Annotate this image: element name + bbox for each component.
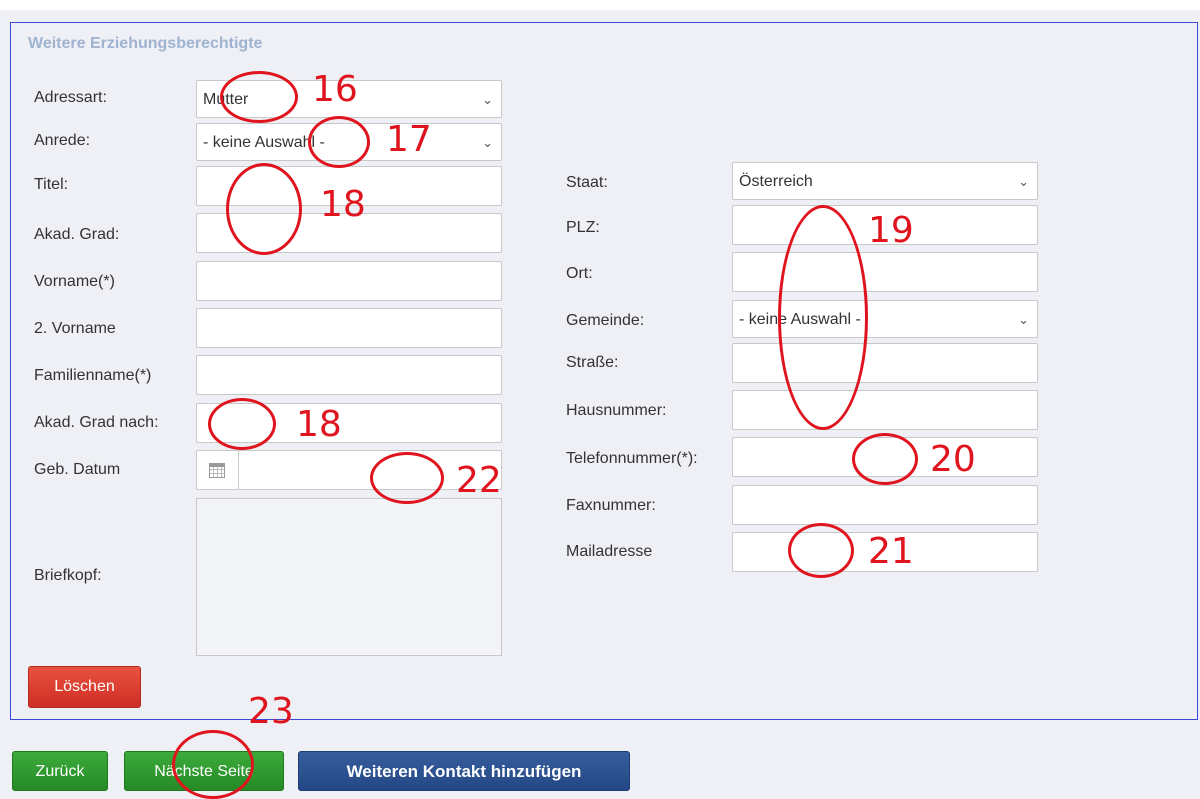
annotation-number-23: 23 [248, 691, 294, 732]
annotation-circle-20 [852, 433, 918, 485]
chevron-down-icon: ⌄ [482, 92, 493, 107]
fax-input[interactable] [732, 485, 1038, 525]
hausnummer-input[interactable] [732, 390, 1038, 430]
fax-label: Faxnummer: [566, 497, 656, 514]
annotation-number-17: 17 [386, 119, 432, 160]
annotation-number-16: 16 [312, 69, 358, 110]
briefkopf-label: Briefkopf: [34, 567, 102, 584]
date-picker-button[interactable] [196, 450, 238, 490]
strasse-input[interactable] [732, 343, 1038, 383]
ort-label: Ort: [566, 265, 593, 282]
anrede-label: Anrede: [34, 132, 91, 149]
loeschen-button[interactable]: Löschen [28, 666, 141, 708]
ort-input[interactable] [732, 252, 1038, 292]
annotation-circle-18a [226, 163, 302, 255]
familienname-input[interactable] [196, 355, 502, 395]
annotation-number-20: 20 [930, 439, 976, 480]
weiteren-kontakt-button[interactable]: Weiteren Kontakt hinzufügen [298, 751, 630, 791]
annotation-number-22: 22 [456, 460, 502, 501]
plz-label: PLZ: [566, 219, 600, 236]
strasse-label: Straße: [566, 354, 619, 371]
vorname-input[interactable] [196, 261, 502, 301]
annotation-circle-22 [370, 452, 444, 504]
annotation-circle-16 [220, 71, 298, 123]
section-title: Weitere Erziehungsberechtigte [28, 35, 263, 52]
annotation-number-21: 21 [868, 531, 914, 572]
hausnummer-label: Hausnummer: [566, 402, 667, 419]
annotation-number-18b: 18 [296, 404, 342, 445]
annotation-circle-17 [308, 116, 370, 168]
annotation-circle-18b [208, 398, 276, 450]
annotation-circle-19 [778, 205, 868, 430]
top-strip [0, 0, 1200, 10]
geb-datum-label: Geb. Datum [34, 461, 121, 478]
annotation-number-19: 19 [868, 210, 914, 251]
briefkopf-textarea[interactable] [196, 498, 502, 656]
annotation-circle-23 [172, 730, 254, 799]
adressart-label: Adressart: [34, 89, 107, 106]
chevron-down-icon: ⌄ [1018, 312, 1029, 327]
mail-label: Mailadresse [566, 543, 653, 560]
anrede-value: - keine Auswahl - [203, 134, 325, 151]
staat-label: Staat: [566, 174, 608, 191]
familienname-label: Familienname(*) [34, 367, 152, 384]
vorname2-label: 2. Vorname [34, 320, 116, 337]
akad-grad-label: Akad. Grad: [34, 226, 120, 243]
staat-select[interactable]: Österreich ⌄ [732, 162, 1038, 200]
vorname-label: Vorname(*) [34, 273, 115, 290]
staat-value: Österreich [739, 173, 813, 190]
gemeinde-label: Gemeinde: [566, 312, 645, 329]
calendar-icon [209, 463, 225, 478]
zurueck-button[interactable]: Zurück [12, 751, 108, 791]
akad-grad-nach-label: Akad. Grad nach: [34, 414, 159, 431]
telefon-label: Telefonnummer(*): [566, 450, 698, 467]
titel-label: Titel: [34, 176, 69, 193]
annotation-number-18a: 18 [320, 184, 366, 225]
annotation-circle-21 [788, 523, 854, 578]
chevron-down-icon: ⌄ [1018, 174, 1029, 189]
chevron-down-icon: ⌄ [482, 135, 493, 150]
vorname2-input[interactable] [196, 308, 502, 348]
